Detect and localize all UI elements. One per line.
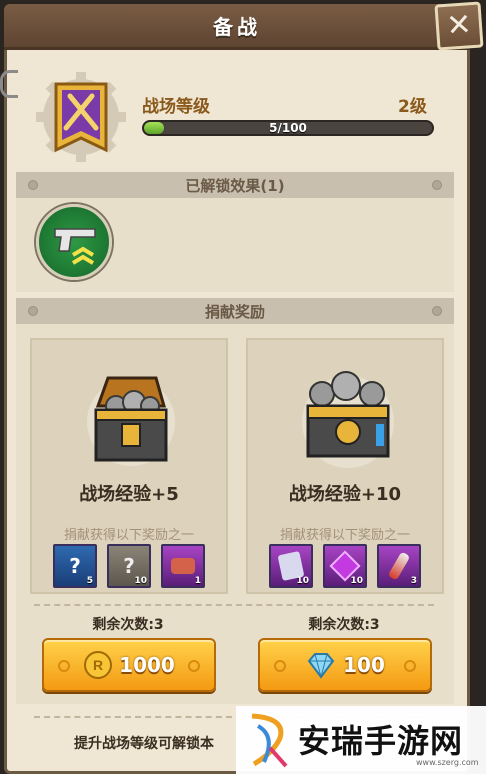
gold-coin-icon: R xyxy=(84,651,113,679)
watermark-url: www.szerg.com xyxy=(416,758,479,767)
unlocked-effects-header: 已解锁效果(1) xyxy=(16,172,454,198)
svg-text:R: R xyxy=(93,657,103,673)
donation-rewards-title: 捐献奖励 xyxy=(204,302,265,321)
mystery-card-blue-icon[interactable]: ? 5 xyxy=(53,544,97,588)
diamond-cost: 100 xyxy=(343,653,385,677)
item-qty: 10 xyxy=(134,576,147,586)
window-title: 备战 xyxy=(213,15,261,39)
close-icon: ✕ xyxy=(445,7,473,44)
card-reward-subtitle: 捐献获得以下奖励之一 xyxy=(63,528,194,543)
gear-chest-large-icon xyxy=(302,371,394,468)
purple-gem-icon[interactable]: 10 xyxy=(323,544,367,588)
donate-diamond-button[interactable]: 100 xyxy=(258,638,432,692)
card-exp-title: 战场经验+10 xyxy=(288,484,402,505)
gold-cost: 1000 xyxy=(119,653,175,677)
remaining-count: 剩余次数:3 xyxy=(92,617,164,633)
remaining-count: 剩余次数:3 xyxy=(308,617,380,633)
item-qty: 3 xyxy=(410,576,417,586)
divider xyxy=(34,604,434,606)
item-qty: 5 xyxy=(86,576,93,586)
item-qty: 10 xyxy=(296,576,309,586)
rank-label: 战场等级 xyxy=(142,97,210,117)
mystery-card-purple-icon[interactable]: 10 xyxy=(269,544,313,588)
pistol-upgrade-icon[interactable] xyxy=(36,204,112,280)
item-qty: 1 xyxy=(194,576,201,586)
rank-badge-icon xyxy=(34,70,128,164)
exp-progress-text: 5/100 xyxy=(269,121,307,135)
card-exp-title: 战场经验+5 xyxy=(79,484,179,505)
card-reward-subtitle: 捐献获得以下奖励之一 xyxy=(279,528,410,543)
hook-icon xyxy=(0,70,18,98)
donation-rewards-header: 捐献奖励 xyxy=(16,298,454,324)
gear-chest-icon xyxy=(87,376,175,466)
donation-card-large: 战场经验+10 捐献获得以下奖励之一 10 10 3 xyxy=(246,338,444,594)
watermark-text: 安瑞手游网 xyxy=(298,722,464,760)
exp-progress-bar: 5/100 xyxy=(142,120,434,136)
footer-hint: 提升战场等级可解锁本 xyxy=(74,736,214,752)
diamond-icon xyxy=(307,653,335,679)
watermark: 安瑞手游网 www.szerg.com xyxy=(236,706,486,774)
hero-portrait-icon[interactable]: 1 xyxy=(161,544,205,588)
watermark-logo-icon xyxy=(251,713,288,768)
rank-level: 2级 xyxy=(398,97,427,117)
mystery-card-grey-icon[interactable]: ? 10 xyxy=(107,544,151,588)
title-bar: 备战 xyxy=(4,4,470,50)
donation-card-small: 战场经验+5 捐献获得以下奖励之一 ? 5 ? 10 1 xyxy=(30,338,228,594)
unlocked-effects-title: 已解锁效果(1) xyxy=(185,176,285,195)
item-qty: 10 xyxy=(350,576,363,586)
potion-vial-icon[interactable]: 3 xyxy=(377,544,421,588)
donate-gold-button[interactable]: R 1000 xyxy=(42,638,216,692)
close-button[interactable]: ✕ xyxy=(434,1,484,51)
